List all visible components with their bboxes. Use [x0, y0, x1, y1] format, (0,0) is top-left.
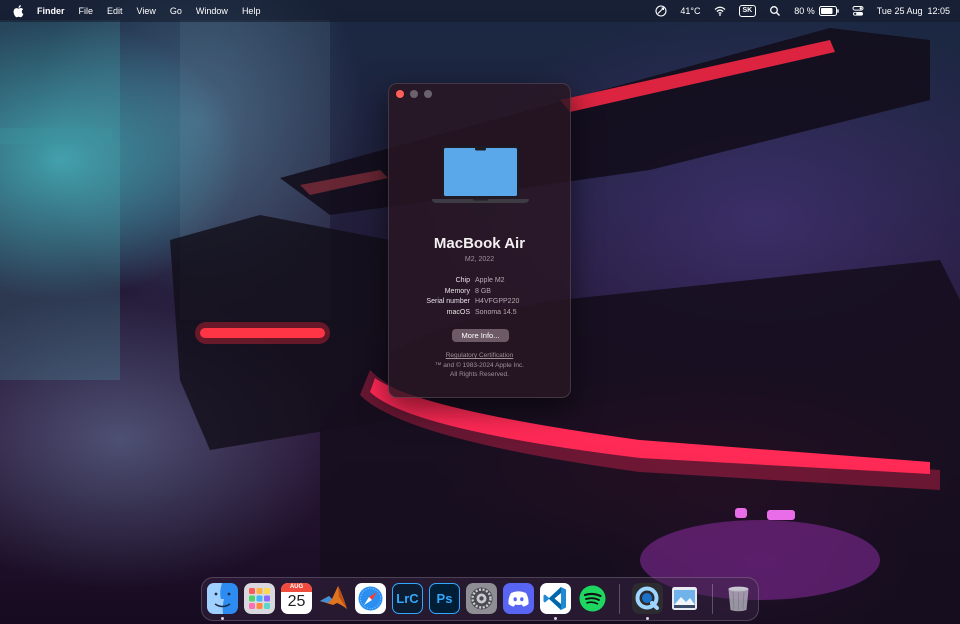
close-button[interactable] — [396, 90, 404, 98]
menu-window[interactable]: Window — [189, 0, 235, 22]
temperature-readout[interactable]: 41°C — [680, 6, 700, 16]
trash-icon[interactable] — [723, 583, 754, 614]
photoshop-icon[interactable]: Ps — [429, 583, 460, 614]
spotify-icon[interactable] — [577, 583, 608, 614]
search-icon[interactable] — [769, 5, 781, 17]
calendar-month: AUG — [281, 583, 312, 592]
quicktime-icon[interactable] — [632, 583, 663, 614]
macbook-air-icon — [432, 146, 529, 203]
window-controls — [396, 90, 432, 98]
minimize-button[interactable] — [410, 90, 418, 98]
more-info-button[interactable]: More Info... — [452, 329, 509, 342]
spec-row-chip: Chip Apple M2 — [389, 276, 570, 287]
preview-icon[interactable] — [669, 583, 700, 614]
spec-value: H4VFGPP220 — [475, 298, 520, 305]
battery-status[interactable]: 80 % — [794, 6, 839, 16]
zoom-button[interactable] — [424, 90, 432, 98]
model-year: M2, 2022 — [464, 256, 495, 263]
menu-help[interactable]: Help — [235, 0, 268, 22]
calendar-icon[interactable]: AUG 25 — [281, 583, 312, 614]
lightroom-classic-icon[interactable]: LrC — [392, 583, 423, 614]
system-settings-icon[interactable] — [466, 583, 497, 614]
spec-row-serial: Serial number H4VFGPP220 — [389, 297, 570, 308]
running-indicator — [646, 617, 649, 620]
spec-value: Apple M2 — [475, 277, 505, 284]
battery-icon — [818, 6, 839, 16]
menu-file[interactable]: File — [72, 0, 101, 22]
spec-label: macOS — [446, 308, 470, 316]
menu-view[interactable]: View — [130, 0, 163, 22]
spec-label: Chip — [455, 277, 470, 284]
wifi-icon[interactable] — [714, 5, 726, 17]
battery-percentage: 80 % — [794, 6, 815, 16]
keyboard-layout-indicator[interactable]: SK — [738, 5, 757, 17]
launchpad-icon[interactable] — [244, 583, 275, 614]
copyright-text: ™ and © 1983-2024 Apple Inc. — [435, 362, 524, 369]
about-this-mac-window: MacBook Air M2, 2022 Chip Apple M2 Memor… — [388, 83, 571, 398]
lightroom-label: LrC — [396, 591, 419, 606]
spec-label: Memory — [444, 287, 470, 295]
menu-go[interactable]: Go — [163, 0, 189, 22]
specs-list: Chip Apple M2 Memory 8 GB Serial number … — [389, 276, 570, 318]
dock-separator — [712, 584, 713, 614]
menu-clock[interactable]: Tue 25 Aug 12:05 — [877, 6, 950, 16]
photoshop-label: Ps — [436, 591, 453, 606]
spec-value: Sonoma 14.5 — [475, 308, 517, 316]
menu-bar: Finder File Edit View Go Window Help 41°… — [0, 0, 960, 22]
dock: AUG 25 LrC Ps — [201, 577, 759, 621]
spec-row-memory: Memory 8 GB — [389, 287, 570, 298]
rights-reserved-text: All Rights Reserved. — [450, 371, 509, 378]
running-indicator — [554, 617, 557, 620]
discord-icon[interactable] — [503, 583, 534, 614]
vscode-icon[interactable] — [540, 583, 571, 614]
running-indicator — [221, 617, 224, 620]
spec-label: Serial number — [426, 298, 470, 305]
apple-menu-icon[interactable] — [12, 4, 24, 18]
control-center-icon[interactable] — [852, 5, 864, 17]
model-name: MacBook Air — [433, 235, 526, 252]
finder-icon[interactable] — [207, 583, 238, 614]
menu-edit[interactable]: Edit — [100, 0, 130, 22]
dock-separator — [619, 584, 620, 614]
regulatory-certification-link[interactable]: Regulatory Certification — [389, 352, 570, 359]
menu-app-name[interactable]: Finder — [30, 0, 72, 22]
matlab-icon[interactable] — [318, 583, 349, 614]
safari-icon[interactable] — [355, 583, 386, 614]
calendar-day: 25 — [287, 593, 306, 610]
spec-row-macos: macOS Sonoma 14.5 — [389, 308, 570, 319]
spec-value: 8 GB — [475, 287, 491, 295]
weather-icon[interactable] — [655, 5, 667, 17]
